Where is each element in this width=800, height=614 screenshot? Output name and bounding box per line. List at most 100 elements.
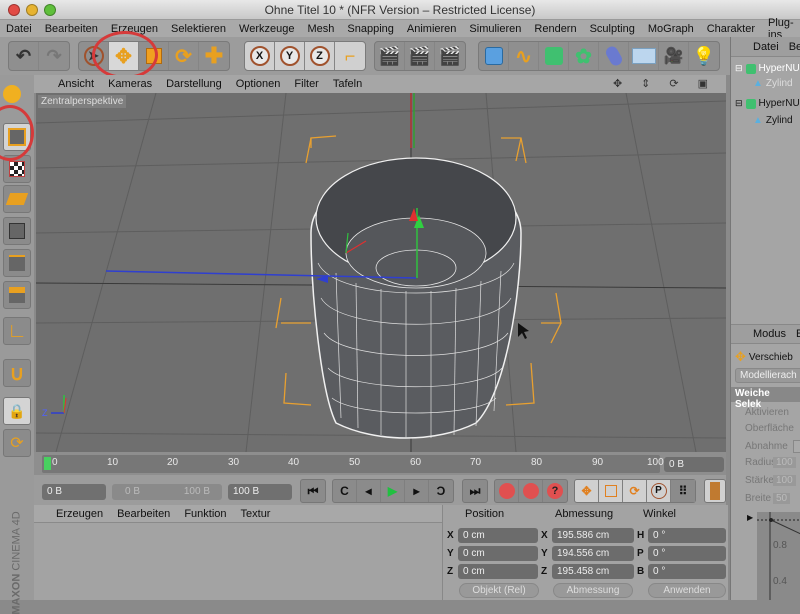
- menu-charakter[interactable]: Charakter: [707, 23, 755, 35]
- spline-button[interactable]: ∿: [509, 42, 539, 70]
- render-picture-viewer-button[interactable]: 🎬: [405, 42, 435, 70]
- menu-animieren[interactable]: Animieren: [407, 23, 457, 35]
- menu-selektieren[interactable]: Selektieren: [171, 23, 226, 35]
- material-menu-funktion[interactable]: Funktion: [184, 508, 226, 520]
- workplane-mode-button[interactable]: [3, 185, 31, 213]
- render-settings-button[interactable]: 🎬: [435, 42, 465, 70]
- viewport-menu-darstellung[interactable]: Darstellung: [166, 78, 222, 90]
- 3d-viewport[interactable]: Z Zentralperspektive: [36, 93, 726, 452]
- current-frame-field[interactable]: 0 B: [664, 457, 724, 472]
- size-y-field[interactable]: 194.556 cm: [552, 546, 634, 561]
- viewport-menu-ansicht[interactable]: Ansicht: [58, 78, 94, 90]
- scale-tool-button[interactable]: [139, 42, 169, 70]
- rotation-b-field[interactable]: 0 °: [648, 564, 726, 579]
- frame-range-slider[interactable]: 0 B 100 B: [112, 484, 222, 500]
- object-menu-datei[interactable]: Datei: [753, 41, 779, 53]
- previous-frame-button[interactable]: ◂: [357, 480, 381, 502]
- menu-mesh[interactable]: Mesh: [307, 23, 334, 35]
- camera-button[interactable]: 🎥: [659, 42, 689, 70]
- collapse-icon[interactable]: ⊟: [735, 63, 743, 74]
- object-item-cylinder-2[interactable]: ▲ Zylind: [753, 115, 793, 126]
- start-frame-field[interactable]: 0 B: [42, 484, 106, 500]
- menu-rendern[interactable]: Rendern: [534, 23, 576, 35]
- menu-sculpting[interactable]: Sculpting: [590, 23, 635, 35]
- floor-button[interactable]: [629, 42, 659, 70]
- modeling-axis-tab[interactable]: Modellierach: [735, 368, 800, 383]
- x-axis-lock-button[interactable]: X: [245, 42, 275, 70]
- position-track-button[interactable]: ✥: [575, 480, 599, 502]
- z-axis-lock-button[interactable]: Z: [305, 42, 335, 70]
- next-key-button[interactable]: Ɔ: [429, 480, 453, 502]
- previous-key-button[interactable]: C: [333, 480, 357, 502]
- position-z-field[interactable]: 0 cm: [458, 564, 538, 579]
- material-menu-textur[interactable]: Textur: [241, 508, 271, 520]
- model-mode-button[interactable]: [3, 123, 31, 151]
- falloff-graph[interactable]: 0.8 0.4: [757, 512, 800, 600]
- subdivision-surface-button[interactable]: [539, 42, 569, 70]
- timeline-window-button[interactable]: [704, 479, 726, 503]
- axis-mode-button[interactable]: ∟: [3, 317, 31, 345]
- coordinate-mode-dropdown[interactable]: Objekt (Rel): [459, 583, 539, 598]
- object-item-hypernurbs-2[interactable]: ⊟ HyperNU: [735, 98, 800, 109]
- timeline-ruler[interactable]: 0 10 20 30 40 50 60 70 80 90 100: [42, 455, 664, 473]
- menu-datei[interactable]: Datei: [6, 23, 32, 35]
- playhead[interactable]: [44, 457, 51, 470]
- scale-track-button[interactable]: [599, 480, 623, 502]
- size-z-field[interactable]: 195.458 cm: [552, 564, 634, 579]
- menu-mograph[interactable]: MoGraph: [648, 23, 694, 35]
- viewport-menu-filter[interactable]: Filter: [294, 78, 318, 90]
- edges-mode-button[interactable]: [3, 249, 31, 277]
- coordinate-system-button[interactable]: ⌐: [335, 42, 365, 70]
- snapping-button[interactable]: ∪: [3, 359, 31, 387]
- rotate-view-icon[interactable]: ⟳: [669, 77, 678, 90]
- dolly-view-icon[interactable]: ⇕: [641, 77, 650, 90]
- polygons-mode-button[interactable]: [3, 281, 31, 309]
- end-frame-field[interactable]: 100 B: [228, 484, 292, 500]
- go-to-end-button[interactable]: ⏭: [463, 480, 487, 502]
- material-menu-bearbeiten[interactable]: Bearbeiten: [117, 508, 170, 520]
- width-field[interactable]: 50: [773, 493, 791, 504]
- cube-button[interactable]: [479, 42, 509, 70]
- apply-button[interactable]: Anwenden: [648, 583, 726, 598]
- toggle-layout-icon[interactable]: ▣: [698, 77, 708, 90]
- record-key-button[interactable]: [495, 480, 519, 502]
- menu-werkzeuge[interactable]: Werkzeuge: [239, 23, 294, 35]
- y-axis-lock-button[interactable]: Y: [275, 42, 305, 70]
- undo-button[interactable]: ↶: [9, 42, 39, 70]
- radius-field[interactable]: 100: [773, 457, 796, 468]
- material-menu-erzeugen[interactable]: Erzeugen: [56, 508, 103, 520]
- go-to-start-button[interactable]: ⏮: [301, 480, 325, 502]
- cylinder-object[interactable]: [310, 157, 522, 439]
- menu-snapping[interactable]: Snapping: [347, 23, 394, 35]
- light-button[interactable]: 💡: [689, 42, 719, 70]
- move-tool-button[interactable]: ✥: [109, 42, 139, 70]
- menu-simulieren[interactable]: Simulieren: [469, 23, 521, 35]
- live-selection-button[interactable]: ➤: [79, 42, 109, 70]
- render-view-button[interactable]: 🎬: [375, 42, 405, 70]
- redo-button[interactable]: ↷: [39, 42, 69, 70]
- position-x-field[interactable]: 0 cm: [458, 528, 538, 543]
- next-frame-button[interactable]: ▸: [405, 480, 429, 502]
- menu-bearbeiten[interactable]: Bearbeiten: [45, 23, 98, 35]
- viewport-menu-kameras[interactable]: Kameras: [108, 78, 152, 90]
- graph-expand-icon[interactable]: ▶: [747, 513, 753, 522]
- parameter-track-button[interactable]: P: [647, 480, 671, 502]
- rotation-track-button[interactable]: ⟳: [623, 480, 647, 502]
- play-button[interactable]: ▶: [381, 480, 405, 502]
- object-item-hypernurbs-1[interactable]: ⊟ HyperNU: [735, 63, 800, 74]
- rotation-p-field[interactable]: 0 °: [648, 546, 726, 561]
- array-button[interactable]: ✿: [569, 42, 599, 70]
- object-item-cylinder-1[interactable]: ▲ Zylind: [753, 78, 793, 89]
- strength-field[interactable]: 100: [773, 475, 796, 486]
- size-mode-dropdown[interactable]: Abmessung: [553, 583, 633, 598]
- size-x-field[interactable]: 195.586 cm: [552, 528, 634, 543]
- collapse-icon[interactable]: ⊟: [735, 98, 743, 109]
- viewport-menu-optionen[interactable]: Optionen: [236, 78, 281, 90]
- rotate-tool-button[interactable]: ⟳: [169, 42, 199, 70]
- menu-erzeugen[interactable]: Erzeugen: [111, 23, 158, 35]
- pan-view-icon[interactable]: ✥: [613, 77, 622, 90]
- position-y-field[interactable]: 0 cm: [458, 546, 538, 561]
- viewport-menu-tafeln[interactable]: Tafeln: [333, 78, 362, 90]
- object-menu-bearbeiten[interactable]: Be: [789, 41, 800, 53]
- texture-mode-button[interactable]: [3, 155, 31, 183]
